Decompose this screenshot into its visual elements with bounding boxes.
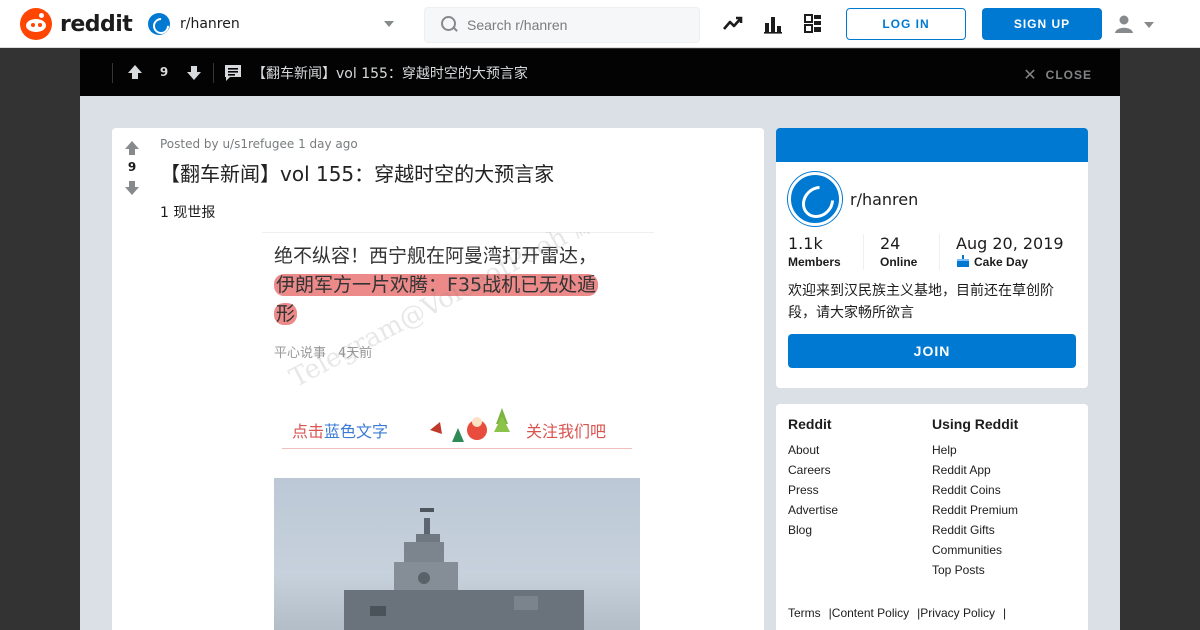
footer-link-top-posts[interactable]: Top Posts — [932, 560, 1018, 580]
footer-col-heading: Reddit — [788, 416, 832, 432]
footer-link-content-policy[interactable]: Content Policy — [832, 606, 909, 620]
reddit-wordmark: reddit — [60, 11, 133, 37]
coins-icon[interactable] — [802, 13, 824, 35]
close-label: CLOSE — [1045, 68, 1092, 82]
footer-link-reddit-premium[interactable]: Reddit Premium — [932, 500, 1018, 520]
post-card: 9 Posted by u/s1refugee 1 day ago 【翻车新闻】… — [112, 128, 764, 630]
footer-link-reddit-coins[interactable]: Reddit Coins — [932, 480, 1018, 500]
footer-link-help[interactable]: Help — [932, 440, 1018, 460]
close-icon: ✕ — [1023, 67, 1038, 84]
online-stat: 24 Online — [880, 234, 918, 269]
image-follow-text: 点击蓝色文字 — [292, 422, 389, 441]
post-overlay-bar: 9 【翻车新闻】vol 155：穿越时空的大预言家 ✕ CLOSE — [80, 49, 1120, 96]
chevron-down-icon — [1144, 22, 1154, 28]
cake-icon — [957, 255, 969, 267]
christmas-decoration-icon — [430, 408, 510, 442]
footer-link-reddit-app[interactable]: Reddit App — [932, 460, 1018, 480]
created-stat: Aug 20, 2019 Cake Day — [956, 234, 1064, 269]
members-stat: 1.1k Members — [788, 234, 841, 269]
search-input[interactable] — [467, 17, 687, 33]
footer-col-reddit: Reddit About Careers Press Advertise Blo… — [788, 416, 838, 540]
footer-link-advertise[interactable]: Advertise — [788, 500, 838, 520]
community-title[interactable]: r/hanren — [850, 190, 918, 209]
footer-link-reddit-gifts[interactable]: Reddit Gifts — [932, 520, 1018, 540]
close-button[interactable]: ✕ CLOSE — [1023, 65, 1092, 85]
footer-link-terms[interactable]: Terms — [788, 606, 821, 620]
search-icon — [441, 16, 459, 34]
upvote-arrow-icon[interactable] — [127, 64, 143, 80]
footer-link-privacy-policy[interactable]: Privacy Policy — [920, 606, 995, 620]
signup-button[interactable]: SIGN UP — [982, 8, 1102, 40]
upvote-arrow-icon[interactable] — [124, 140, 140, 156]
image-follow-text-2: 关注我们吧 — [526, 422, 607, 441]
popular-trending-icon[interactable] — [722, 13, 744, 35]
user-menu-dropdown[interactable] — [1112, 12, 1162, 36]
vote-column: 9 — [112, 128, 152, 630]
footer-col-using-reddit: Using Reddit Help Reddit App Reddit Coin… — [932, 416, 1018, 580]
login-button[interactable]: LOG IN — [846, 8, 966, 40]
chevron-down-icon — [384, 21, 394, 27]
footer-link-blog[interactable]: Blog — [788, 520, 838, 540]
footer-link-press[interactable]: Press — [788, 480, 838, 500]
post-image[interactable]: 绝不纵容！西宁舰在阿曼湾打开雷达， 伊朗军方一片欢腾：F35战机已无处遁 形 平… — [262, 232, 654, 630]
footer-link-communities[interactable]: Communities — [932, 540, 1018, 560]
post-title: 【翻车新闻】vol 155：穿越时空的大预言家 — [160, 162, 555, 186]
community-selector[interactable]: r/hanren — [146, 8, 400, 40]
reddit-logo[interactable]: reddit — [20, 8, 133, 40]
divider — [112, 63, 113, 83]
overlay-post-title[interactable]: 【翻车新闻】vol 155：穿越时空的大预言家 — [252, 63, 528, 83]
post-flair[interactable]: 1 现世报 — [160, 202, 215, 222]
join-button[interactable]: JOIN — [788, 334, 1076, 368]
footer-bottom-links: Terms |Content Policy |Privacy Policy | — [788, 606, 1007, 620]
community-description: 欢迎来到汉民族主义基地，目前还在草创阶段，请大家畅所欲言 — [788, 283, 1054, 321]
post-vote-score: 9 — [127, 160, 137, 174]
top-header: reddit r/hanren LOG IN SIGN UP — [0, 0, 1200, 48]
user-avatar-icon — [1115, 15, 1133, 33]
footer-links-card: Reddit About Careers Press Advertise Blo… — [776, 404, 1088, 630]
community-avatar[interactable] — [788, 172, 842, 226]
warship-illustration — [344, 508, 584, 630]
post-meta: Posted by u/s1refugee 1 day ago — [160, 137, 358, 151]
about-community-card: r/hanren 1.1k Members 24 Online Aug 20, … — [776, 128, 1088, 388]
footer-link-about[interactable]: About — [788, 440, 838, 460]
stats-bar-chart-icon[interactable] — [762, 13, 784, 35]
divider — [213, 63, 214, 83]
footer-link-careers[interactable]: Careers — [788, 460, 838, 480]
search-bar[interactable] — [424, 7, 700, 43]
overlay-vote-score: 9 — [159, 65, 169, 79]
reddit-snoo-icon — [20, 8, 52, 40]
warship-photo — [274, 478, 640, 630]
comment-icon — [225, 65, 241, 81]
downvote-arrow-icon[interactable] — [124, 180, 140, 196]
footer-col-heading: Using Reddit — [932, 416, 1019, 432]
community-icon — [148, 13, 170, 35]
community-banner — [776, 128, 1088, 162]
community-name: r/hanren — [180, 16, 240, 32]
downvote-arrow-icon[interactable] — [186, 65, 202, 81]
